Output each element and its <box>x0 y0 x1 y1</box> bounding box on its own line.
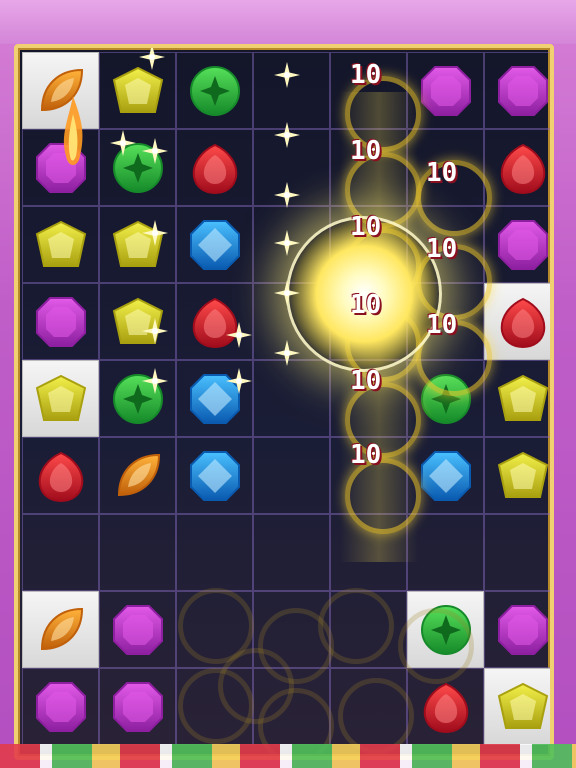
sparkle-icon <box>142 368 168 394</box>
board-cell[interactable] <box>22 360 99 437</box>
yellow-pentagon-gem-icon[interactable] <box>34 372 88 426</box>
purple-octagon-gem-icon[interactable] <box>496 64 550 118</box>
board-cell[interactable] <box>22 206 99 283</box>
board-cell[interactable] <box>253 514 330 591</box>
board-cell[interactable] <box>176 437 253 514</box>
score-popup: 10 <box>426 310 458 340</box>
purple-octagon-gem-icon[interactable] <box>496 218 550 272</box>
board-cell[interactable] <box>22 283 99 360</box>
sparkle-icon <box>226 322 252 348</box>
game-board: 10 10 10 10 10 10 10 10 10 <box>14 44 554 760</box>
red-drop-gem-icon[interactable] <box>496 141 550 195</box>
red-drop-gem-icon[interactable] <box>496 295 550 349</box>
board-cell[interactable] <box>484 360 550 437</box>
sparkle-icon <box>226 368 252 394</box>
board-cell[interactable] <box>176 52 253 129</box>
purple-octagon-gem-icon[interactable] <box>34 680 88 734</box>
purple-octagon-gem-icon[interactable] <box>111 603 165 657</box>
red-drop-gem-icon[interactable] <box>34 449 88 503</box>
board-cell[interactable] <box>99 514 176 591</box>
board-cell[interactable] <box>253 360 330 437</box>
top-band <box>0 0 576 44</box>
board-cell[interactable] <box>22 668 99 745</box>
board-cell[interactable] <box>176 514 253 591</box>
purple-octagon-gem-icon[interactable] <box>34 295 88 349</box>
board-cell[interactable] <box>407 514 484 591</box>
yellow-pentagon-gem-icon[interactable] <box>496 449 550 503</box>
board-cell[interactable] <box>22 591 99 668</box>
score-popup: 10 <box>350 290 382 320</box>
sparkle-icon <box>142 138 168 164</box>
board-cell[interactable] <box>99 437 176 514</box>
flame-effect <box>60 96 86 176</box>
sparkle-icon <box>274 340 300 366</box>
ring-effect <box>338 678 414 754</box>
board-cell[interactable] <box>484 514 550 591</box>
green-circle-gem-icon[interactable] <box>188 64 242 118</box>
ring-effect <box>218 648 294 724</box>
orange-leaf-gem-icon[interactable] <box>34 603 88 657</box>
sparkle-icon <box>274 280 300 306</box>
score-popup: 10 <box>350 366 382 396</box>
board-cell[interactable] <box>484 52 550 129</box>
board-cell[interactable] <box>484 283 550 360</box>
sparkle-icon <box>274 122 300 148</box>
board-cell[interactable] <box>484 437 550 514</box>
score-popup: 10 <box>350 136 382 166</box>
score-popup: 10 <box>426 158 458 188</box>
blue-octagon-gem-icon[interactable] <box>188 218 242 272</box>
blue-octagon-gem-icon[interactable] <box>419 449 473 503</box>
red-drop-gem-icon[interactable] <box>419 680 473 734</box>
yellow-pentagon-gem-icon[interactable] <box>111 64 165 118</box>
score-popup: 10 <box>350 440 382 470</box>
board-cell[interactable] <box>99 591 176 668</box>
board-cell[interactable] <box>484 129 550 206</box>
score-popup: 10 <box>426 234 458 264</box>
sparkle-icon <box>274 182 300 208</box>
sparkle-icon <box>139 48 165 70</box>
board-cell[interactable] <box>484 668 550 745</box>
board-cell[interactable] <box>484 591 550 668</box>
orange-leaf-gem-icon[interactable] <box>111 449 165 503</box>
blue-octagon-gem-icon[interactable] <box>188 449 242 503</box>
score-popup: 10 <box>350 60 382 90</box>
sparkle-icon <box>110 130 136 156</box>
red-drop-gem-icon[interactable] <box>188 141 242 195</box>
sparkle-icon <box>274 62 300 88</box>
board-cell[interactable] <box>176 129 253 206</box>
sparkle-icon <box>142 318 168 344</box>
yellow-pentagon-gem-icon[interactable] <box>496 680 550 734</box>
ring-effect <box>398 608 474 684</box>
board-cell[interactable] <box>99 668 176 745</box>
purple-octagon-gem-icon[interactable] <box>496 603 550 657</box>
sparkle-icon <box>274 230 300 256</box>
score-popup: 10 <box>350 212 382 242</box>
board-cell[interactable] <box>22 437 99 514</box>
candy-decoration <box>0 744 576 768</box>
purple-octagon-gem-icon[interactable] <box>419 64 473 118</box>
yellow-pentagon-gem-icon[interactable] <box>496 372 550 426</box>
purple-octagon-gem-icon[interactable] <box>111 680 165 734</box>
ring-effect <box>318 588 394 664</box>
board-cell[interactable] <box>22 514 99 591</box>
yellow-pentagon-gem-icon[interactable] <box>34 218 88 272</box>
sparkle-icon <box>142 220 168 246</box>
board-cell[interactable] <box>484 206 550 283</box>
board-cell[interactable] <box>253 437 330 514</box>
board-cell[interactable] <box>176 206 253 283</box>
